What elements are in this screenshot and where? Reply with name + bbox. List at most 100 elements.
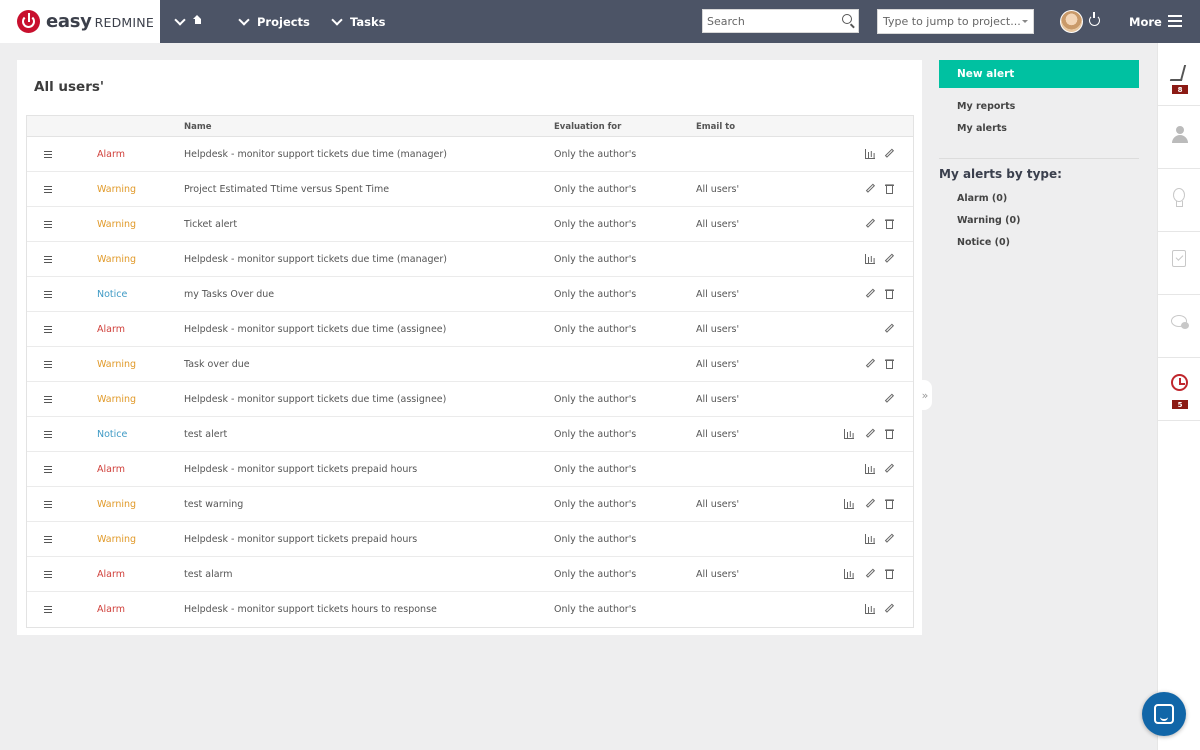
pencil-icon[interactable] [884, 149, 894, 159]
alert-name[interactable]: my Tasks Over due [184, 289, 274, 300]
rail-chat[interactable] [1158, 295, 1200, 358]
pencil-icon[interactable] [865, 499, 875, 509]
search-icon[interactable] [842, 14, 852, 24]
sidebar-filter-warning[interactable]: Warning (0) [957, 215, 1020, 226]
alert-name[interactable]: Project Estimated Ttime versus Spent Tim… [184, 184, 389, 195]
pencil-icon[interactable] [865, 184, 875, 194]
chat-widget-button[interactable] [1142, 692, 1186, 736]
drag-handle-icon[interactable] [44, 536, 52, 543]
table-row[interactable]: Alarm Helpdesk - monitor support tickets … [27, 592, 913, 627]
search-input[interactable] [703, 11, 833, 31]
power-icon[interactable] [1089, 12, 1100, 26]
table-row[interactable]: Warning test warning Only the author's All … [27, 487, 913, 522]
pencil-icon[interactable] [865, 359, 875, 369]
sidebar-link-my-alerts[interactable]: My alerts [957, 123, 1007, 134]
pencil-icon[interactable] [884, 324, 894, 334]
drag-handle-icon[interactable] [44, 151, 52, 158]
drag-handle-icon[interactable] [44, 291, 52, 298]
column-header-email[interactable]: Email to [696, 122, 735, 132]
alert-name[interactable]: Task over due [184, 359, 250, 370]
sidebar-link-my-reports[interactable]: My reports [957, 101, 1015, 112]
alert-evaluation: Only the author's [554, 394, 637, 405]
alert-name[interactable]: test alert [184, 429, 227, 440]
drag-handle-icon[interactable] [44, 396, 52, 403]
sidebar-collapse-toggle[interactable]: » [918, 380, 932, 410]
drag-handle-icon[interactable] [44, 221, 52, 228]
table-row[interactable]: Alarm Helpdesk - monitor support tickets … [27, 312, 913, 347]
drag-handle-icon[interactable] [44, 501, 52, 508]
chart-icon[interactable] [844, 429, 854, 439]
table-row[interactable]: Warning Project Estimated Ttime versus Sp… [27, 172, 913, 207]
alert-name[interactable]: Helpdesk - monitor support tickets hours… [184, 604, 437, 615]
chart-icon[interactable] [865, 534, 875, 544]
chart-icon[interactable] [865, 464, 875, 474]
table-row[interactable]: Warning Ticket alert Only the author's All … [27, 207, 913, 242]
chart-icon[interactable] [865, 149, 875, 159]
table-row[interactable]: Warning Helpdesk - monitor support ticket… [27, 242, 913, 277]
alert-name[interactable]: Helpdesk - monitor support tickets prepa… [184, 464, 417, 475]
table-row[interactable]: Alarm Helpdesk - monitor support tickets … [27, 137, 913, 172]
alert-name[interactable]: Helpdesk - monitor support tickets due t… [184, 394, 446, 405]
drag-handle-icon[interactable] [44, 431, 52, 438]
alert-name[interactable]: test alarm [184, 569, 233, 580]
table-row[interactable]: Alarm Helpdesk - monitor support tickets … [27, 452, 913, 487]
drag-handle-icon[interactable] [44, 256, 52, 263]
rail-users[interactable] [1158, 106, 1200, 169]
pencil-icon[interactable] [884, 394, 894, 404]
alert-name[interactable]: test warning [184, 499, 243, 510]
pencil-icon[interactable] [884, 604, 894, 614]
table-row[interactable]: Warning Helpdesk - monitor support ticket… [27, 382, 913, 417]
table-row[interactable]: Notice test alert Only the author's All use… [27, 417, 913, 452]
pencil-icon[interactable] [884, 464, 894, 474]
alert-name[interactable]: Helpdesk - monitor support tickets due t… [184, 254, 447, 265]
alert-name[interactable]: Helpdesk - monitor support tickets due t… [184, 324, 446, 335]
trash-icon[interactable] [884, 219, 894, 229]
drag-handle-icon[interactable] [44, 326, 52, 333]
alert-name[interactable]: Helpdesk - monitor support tickets prepa… [184, 534, 417, 545]
rail-ideas[interactable] [1158, 169, 1200, 232]
pencil-icon[interactable] [865, 219, 875, 229]
column-header-evaluation[interactable]: Evaluation for [554, 122, 621, 132]
sidebar-filter-notice[interactable]: Notice (0) [957, 237, 1010, 248]
project-jump-select[interactable]: Type to jump to project... [877, 9, 1034, 34]
trash-icon[interactable] [884, 499, 894, 509]
avatar[interactable] [1060, 10, 1083, 33]
chart-icon[interactable] [865, 254, 875, 264]
alert-name[interactable]: Helpdesk - monitor support tickets due t… [184, 149, 447, 160]
drag-handle-icon[interactable] [44, 571, 52, 578]
trash-icon[interactable] [884, 184, 894, 194]
projects-menu[interactable]: Projects [238, 0, 310, 43]
alert-name[interactable]: Ticket alert [184, 219, 237, 230]
hamburger-icon[interactable] [1168, 15, 1182, 27]
trash-icon[interactable] [884, 359, 894, 369]
trash-icon[interactable] [884, 289, 894, 299]
table-row[interactable]: Alarm test alarm Only the author's All user… [27, 557, 913, 592]
table-row[interactable]: Warning Task over due All users' [27, 347, 913, 382]
rail-activity[interactable]: 8 [1158, 43, 1200, 106]
trash-icon[interactable] [884, 429, 894, 439]
pencil-icon[interactable] [865, 569, 875, 579]
drag-handle-icon[interactable] [44, 606, 52, 613]
chart-icon[interactable] [844, 569, 854, 579]
table-row[interactable]: Warning Helpdesk - monitor support ticket… [27, 522, 913, 557]
drag-handle-icon[interactable] [44, 361, 52, 368]
chart-icon[interactable] [844, 499, 854, 509]
pencil-icon[interactable] [884, 254, 894, 264]
trash-icon[interactable] [884, 569, 894, 579]
pencil-icon[interactable] [865, 289, 875, 299]
rail-history[interactable]: 5 [1158, 358, 1200, 421]
pencil-icon[interactable] [865, 429, 875, 439]
chart-icon[interactable] [865, 604, 875, 614]
tasks-menu[interactable]: Tasks [331, 0, 385, 43]
column-header-name[interactable]: Name [184, 122, 211, 132]
table-row[interactable]: Notice my Tasks Over due Only the author's… [27, 277, 913, 312]
sidebar-filter-alarm[interactable]: Alarm (0) [957, 193, 1007, 204]
more-menu[interactable]: More [1129, 0, 1162, 43]
logo[interactable]: easy REDMINE [0, 0, 160, 43]
pencil-icon[interactable] [884, 534, 894, 544]
drag-handle-icon[interactable] [44, 466, 52, 473]
drag-handle-icon[interactable] [44, 186, 52, 193]
new-alert-button[interactable]: New alert [939, 60, 1139, 88]
rail-checklist[interactable] [1158, 232, 1200, 295]
home-menu[interactable] [174, 0, 202, 43]
